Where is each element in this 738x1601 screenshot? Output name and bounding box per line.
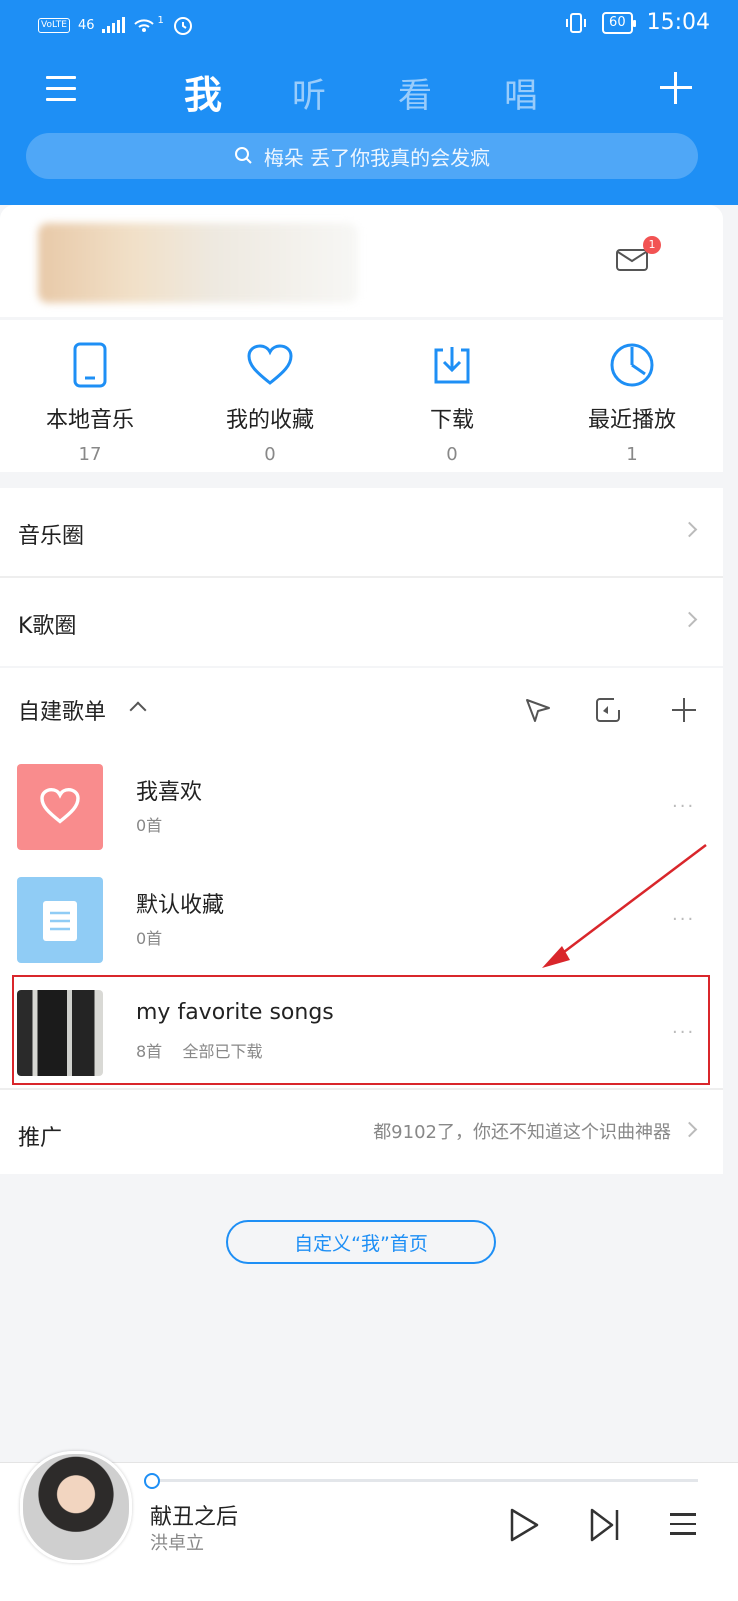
quick-count: 17 <box>78 444 102 465</box>
play-icon[interactable] <box>508 1507 540 1543</box>
menu-icon[interactable] <box>46 76 76 102</box>
playlist-name: 我喜欢 <box>136 780 203 805</box>
header: VoLTE 46 1 60 15:04 我 听 看 唱 梅朵 丢了你我真的会发疯 <box>0 0 738 205</box>
phone-icon <box>73 342 107 388</box>
promo-text: 都9102了，你还不知道这个识曲神器 <box>373 1122 671 1143</box>
customize-home-button[interactable]: 自定义“我”首页 <box>226 1220 496 1264</box>
battery-icon: 60 <box>602 11 636 34</box>
playlist-header: 自建歌单 <box>0 668 723 750</box>
quick-count: 0 <box>264 444 276 465</box>
alarm-icon <box>173 17 192 35</box>
quick-count: 1 <box>626 444 638 465</box>
search-icon <box>234 147 252 164</box>
playlist-cover <box>17 764 103 850</box>
vibrate-icon <box>566 12 587 33</box>
progress-bar[interactable] <box>150 1479 698 1482</box>
import-icon[interactable] <box>594 696 622 724</box>
tab-watch[interactable]: 看 <box>398 68 432 117</box>
progress-knob[interactable] <box>144 1473 160 1489</box>
status-bar: VoLTE 46 1 60 15:04 <box>0 0 738 52</box>
promo-label: 推广 <box>18 1126 63 1151</box>
tab-listen[interactable]: 听 <box>292 68 326 117</box>
quick-label: 最近播放 <box>587 408 676 433</box>
next-icon[interactable] <box>588 1507 622 1543</box>
quick-access: 本地音乐 17 我的收藏 0 下载 0 最近播放 1 <box>0 320 723 472</box>
playlist-queue-icon[interactable] <box>670 1513 696 1542</box>
network-label: 46 <box>77 17 95 33</box>
search-placeholder: 梅朵 丢了你我真的会发疯 <box>263 145 491 170</box>
document-icon <box>43 901 77 941</box>
album-art[interactable] <box>20 1451 132 1563</box>
artist-name: 洪卓立 <box>150 1533 204 1554</box>
playlist-cover <box>17 877 103 963</box>
clock-time: 15:04 <box>646 10 710 35</box>
signal-icon <box>102 17 126 33</box>
playlist-item[interactable]: 默认收藏 0首 ··· <box>0 863 723 975</box>
quick-count: 0 <box>446 444 458 465</box>
playlist-item[interactable]: 我喜欢 0首 ··· <box>0 750 723 862</box>
wifi-icon <box>134 19 155 32</box>
playlist-count: 0首 <box>136 816 163 835</box>
top-nav: 我 听 看 唱 <box>0 62 738 118</box>
share-icon[interactable] <box>524 696 552 724</box>
chevron-right-icon <box>681 521 698 538</box>
quick-recent[interactable]: 最近播放 1 <box>552 340 712 465</box>
promotion-row[interactable]: 推广 都9102了，你还不知道这个识曲神器 <box>0 1090 723 1174</box>
sim-label: 1 <box>157 14 164 26</box>
more-icon[interactable]: ··· <box>672 796 695 817</box>
playlist-name: 默认收藏 <box>136 893 225 918</box>
add-icon[interactable] <box>660 72 692 104</box>
tab-sing[interactable]: 唱 <box>504 68 538 117</box>
mail-badge: 1 <box>643 236 661 254</box>
quick-label: 本地音乐 <box>45 408 134 433</box>
more-icon[interactable]: ··· <box>672 909 695 930</box>
tab-me[interactable]: 我 <box>184 64 222 119</box>
playlist-count: 0首 <box>136 929 163 948</box>
quick-label: 下载 <box>429 408 474 433</box>
chevron-right-icon <box>681 1121 698 1138</box>
music-circle-row[interactable]: 音乐圈 <box>0 488 723 576</box>
song-title: 献丑之后 <box>150 1505 239 1530</box>
playlist-header-title[interactable]: 自建歌单 <box>18 694 106 726</box>
download-icon <box>434 347 470 384</box>
highlight-box <box>12 975 710 1085</box>
quick-label: 我的收藏 <box>225 408 314 433</box>
quick-local-music[interactable]: 本地音乐 17 <box>10 340 170 465</box>
quick-download[interactable]: 下载 0 <box>372 340 532 465</box>
search-input[interactable]: 梅朵 丢了你我真的会发疯 <box>26 133 698 179</box>
collapse-icon[interactable] <box>129 701 147 719</box>
heart-icon <box>247 344 293 385</box>
row-label: K歌圈 <box>18 614 77 639</box>
mini-player[interactable]: 献丑之后 洪卓立 <box>0 1451 738 1601</box>
quick-favorites[interactable]: 我的收藏 0 <box>190 340 350 465</box>
volte-icon: VoLTE <box>38 17 70 33</box>
k-song-circle-row[interactable]: K歌圈 <box>0 578 723 666</box>
user-profile-blurred[interactable] <box>38 223 358 303</box>
add-playlist-icon[interactable] <box>670 696 698 724</box>
heart-icon <box>40 788 80 824</box>
clock-icon <box>610 343 654 387</box>
chevron-right-icon <box>681 611 698 628</box>
row-label: 音乐圈 <box>18 524 85 549</box>
